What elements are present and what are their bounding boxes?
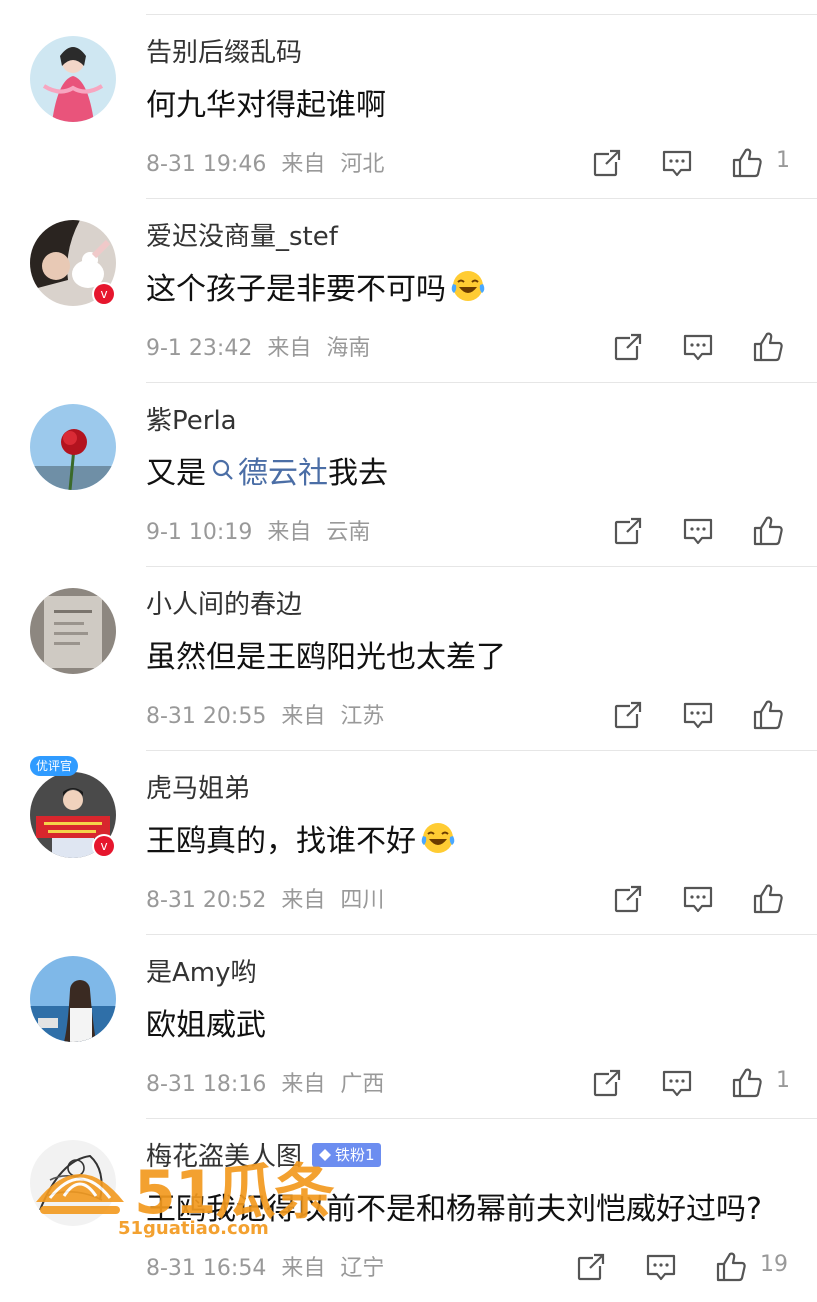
comment-text-content: 何九华对得起谁啊 [146,88,386,123]
verified-badge: v [92,282,116,306]
avatar[interactable] [30,1140,116,1226]
comment-text-content: 这个孩子是非要不可吗 [146,272,446,307]
comment-text: 王鸥真的，找谁不好 [146,816,456,860]
repost-icon[interactable] [574,1250,608,1284]
comment-text: 何九华对得起谁啊 [146,80,386,124]
comment-text-before: 又是 [146,456,206,491]
comment-actions [0,514,817,550]
comment-actions [0,698,817,734]
comment-icon[interactable] [660,1066,694,1100]
comment-text-content: 虽然但是王鸥阳光也太差了 [146,640,506,675]
divider [146,1118,817,1119]
divider [146,566,817,567]
username[interactable]: 小人间的春边 [146,584,302,621]
laugh-cry-emoji-icon [450,268,486,304]
comment-item: v 爱迟没商量_stef 这个孩子是非要不可吗 9-1 23:42 来自 海南 [0,198,817,382]
comment-text-content: 王鸥真的，找谁不好 [146,824,416,859]
comment-item: 小人间的春边 虽然但是王鸥阳光也太差了 8-31 20:55 来自 江苏 [0,566,817,750]
comment-text: 这个孩子是非要不可吗 [146,264,486,308]
comment-icon[interactable] [644,1250,678,1284]
avatar[interactable] [30,956,116,1042]
repost-icon[interactable] [590,1066,624,1100]
username[interactable]: 是Amy哟 [146,952,257,989]
username[interactable]: 虎马姐弟 [146,768,250,805]
comment-text-after: 我去 [328,456,388,491]
avatar[interactable] [30,588,116,674]
username-text[interactable]: 梅花盗美人图 [146,1136,302,1173]
laugh-cry-emoji-icon [420,820,456,856]
username[interactable]: 告别后缀乱码 [146,32,302,69]
like-icon[interactable] [751,698,785,732]
verified-badge-mark: v [94,284,114,304]
comment-icon[interactable] [681,698,715,732]
comment-text-content: 王鸥我记得以前不是和杨幂前夫刘恺威好过吗? [146,1192,762,1227]
repost-icon[interactable] [611,330,645,364]
repost-icon[interactable] [611,514,645,548]
like-icon[interactable] [730,146,764,180]
comment-icon[interactable] [681,330,715,364]
topic-link[interactable]: 德云社 [206,448,328,492]
top-reviewer-tag: 优评官 [30,756,79,776]
comment-icon[interactable] [681,882,715,916]
like-count: 19 [760,1252,788,1277]
like-icon[interactable] [751,882,785,916]
like-icon[interactable] [751,330,785,364]
comment-actions [0,882,817,918]
comment-actions [0,330,817,366]
comment-actions: 19 [0,1250,817,1286]
repost-icon[interactable] [590,146,624,180]
comment-text-content: 欧姐威武 [146,1008,266,1043]
comment-text: 欧姐威武 [146,1000,266,1044]
comment-actions: 1 [0,1066,817,1102]
divider [146,934,817,935]
verified-badge: v [92,834,116,858]
repost-icon[interactable] [611,882,645,916]
like-icon[interactable] [714,1250,748,1284]
divider [146,750,817,751]
repost-icon[interactable] [611,698,645,732]
avatar[interactable] [30,36,116,122]
username[interactable]: 爱迟没商量_stef [146,216,338,253]
username[interactable]: 紫Perla [146,400,237,437]
comment-icon[interactable] [660,146,694,180]
divider [146,14,817,15]
like-icon[interactable] [751,514,785,548]
comment-text: 又是 德云社 我去 [146,448,388,492]
avatar[interactable] [30,404,116,490]
topic-link-text: 德云社 [238,456,328,491]
comment-item: 优评官 v 虎马姐弟 王鸥真的，找谁不好 8-31 20:52 来自 四川 [0,750,817,934]
search-icon [212,459,233,480]
diamond-icon [319,1148,332,1161]
divider [146,198,817,199]
comment-actions: 1 [0,146,817,182]
comment-text: 虽然但是王鸥阳光也太差了 [146,632,506,676]
comment-item: 梅花盗美人图 铁粉1 王鸥我记得以前不是和杨幂前夫刘恺威好过吗? 8-31 16… [0,1118,817,1302]
comment-icon[interactable] [681,514,715,548]
fan-badge: 铁粉1 [312,1142,381,1167]
fan-badge-label: 铁粉1 [335,1145,375,1164]
verified-badge-mark: v [94,836,114,856]
like-icon[interactable] [730,1066,764,1100]
like-count: 1 [776,1068,790,1093]
comment-text: 王鸥我记得以前不是和杨幂前夫刘恺威好过吗? [146,1184,762,1228]
like-count: 1 [776,148,790,173]
divider [146,382,817,383]
comment-item: 是Amy哟 欧姐威武 8-31 18:16 来自 广西 1 [0,934,817,1118]
username: 梅花盗美人图 铁粉1 [146,1136,381,1173]
comment-item: 告别后缀乱码 何九华对得起谁啊 8-31 19:46 来自 河北 1 [0,14,817,198]
comment-item: 紫Perla 又是 德云社 我去 9-1 10:19 来自 云南 [0,382,817,566]
